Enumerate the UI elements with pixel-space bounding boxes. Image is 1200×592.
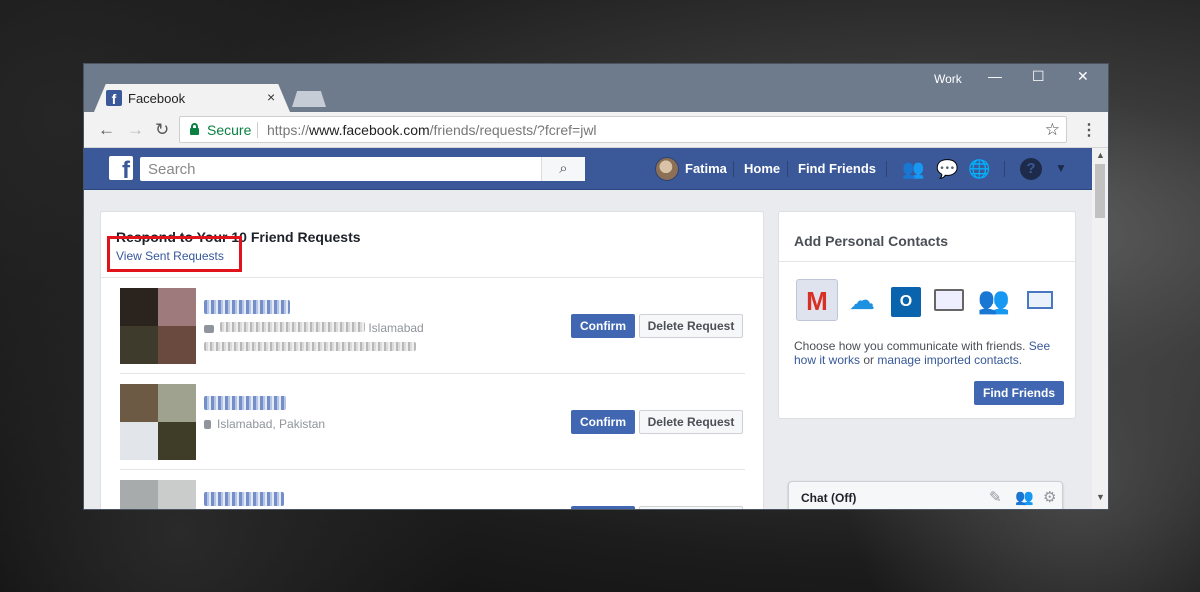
confirm-button[interactable]: Confirm xyxy=(571,314,635,338)
requester-name[interactable] xyxy=(204,300,290,314)
messenger-icon[interactable]: 💬 xyxy=(936,158,958,180)
friend-requests-panel: Respond to Your 10 Friend Requests View … xyxy=(100,211,764,509)
create-group-icon[interactable]: 👥 xyxy=(1015,488,1034,506)
secure-label: Secure xyxy=(207,122,252,138)
account-caret-icon[interactable]: ▼ xyxy=(1055,161,1067,175)
highlight-annotation xyxy=(107,236,242,272)
delete-request-button[interactable]: Delete Request xyxy=(639,314,743,338)
address-bar[interactable]: Secure https://www.facebook.com/friends/… xyxy=(179,116,1067,143)
home-link[interactable]: Home xyxy=(744,161,780,176)
nav-divider xyxy=(733,161,734,177)
new-tab-button[interactable] xyxy=(292,91,326,107)
url-text: https://www.facebook.com/friends/request… xyxy=(267,122,597,138)
requester-location: Islamabad xyxy=(204,321,424,335)
bookmark-star-icon[interactable]: ☆ xyxy=(1045,120,1060,140)
browser-window: f Facebook × Work — ☐ ✕ ← → ↻ Secure htt… xyxy=(84,64,1108,509)
find-friends-button[interactable]: Find Friends xyxy=(974,381,1064,405)
scroll-thumb[interactable] xyxy=(1095,164,1105,218)
browser-menu-icon[interactable]: ⋮ xyxy=(1081,120,1097,140)
request-row xyxy=(120,470,745,509)
lock-icon xyxy=(190,123,199,135)
profile-link[interactable]: Fatima xyxy=(685,161,727,176)
facebook-logo-icon[interactable]: f xyxy=(109,156,133,180)
location-icon xyxy=(204,420,211,430)
address-separator xyxy=(257,122,258,138)
vertical-scrollbar[interactable]: ▲ ▼ xyxy=(1092,148,1108,509)
nav-divider xyxy=(886,161,887,177)
find-friends-link[interactable]: Find Friends xyxy=(798,161,876,176)
icloud-icon[interactable]: ☁ xyxy=(844,282,880,318)
help-icon[interactable]: ? xyxy=(1020,158,1042,180)
scroll-up-icon[interactable]: ▲ xyxy=(1096,150,1105,160)
search-icon[interactable]: ⌕ xyxy=(541,157,585,181)
maximize-icon[interactable]: ☐ xyxy=(1032,68,1045,85)
notifications-globe-icon[interactable]: 🌐 xyxy=(968,158,990,180)
scroll-down-icon[interactable]: ▼ xyxy=(1096,492,1105,502)
gmail-icon[interactable]: M xyxy=(796,279,838,321)
request-row: Islamabad, Pakistan Confirm Delete Reque… xyxy=(120,374,745,470)
facebook-top-bar: f ⌕ Fatima Home Find Friends 👥 💬 🌐 ? ▼ xyxy=(84,148,1092,190)
search-input[interactable] xyxy=(140,157,585,181)
tab-close-icon[interactable]: × xyxy=(267,89,275,105)
requester-name[interactable] xyxy=(204,492,284,506)
forward-arrow-icon[interactable]: → xyxy=(127,120,144,140)
profile-label[interactable]: Work xyxy=(934,72,962,86)
nav-divider xyxy=(1004,161,1005,177)
browser-toolbar: ← → ↻ Secure https://www.facebook.com/fr… xyxy=(84,112,1108,148)
divider xyxy=(779,261,1075,262)
chat-label: Chat (Off) xyxy=(801,491,857,505)
back-arrow-icon[interactable]: ← xyxy=(98,120,115,140)
contacts-description: Choose how you communicate with friends.… xyxy=(794,339,1051,367)
mail-icon[interactable] xyxy=(1022,282,1058,318)
mutual-friends-text xyxy=(204,340,416,354)
title-bar: f Facebook × Work — ☐ ✕ xyxy=(84,64,1108,112)
requester-photo[interactable] xyxy=(120,480,196,509)
gear-icon[interactable]: ⚙ xyxy=(1043,488,1056,506)
requester-photo[interactable] xyxy=(120,384,196,460)
close-window-icon[interactable]: ✕ xyxy=(1077,68,1089,85)
compose-icon[interactable]: ✎ xyxy=(989,488,1002,506)
user-avatar[interactable] xyxy=(655,157,679,181)
nav-divider xyxy=(787,161,788,177)
manage-imported-contacts-link[interactable]: manage imported contacts xyxy=(877,353,1018,367)
requester-name[interactable] xyxy=(204,396,286,410)
contacts-card-icon[interactable] xyxy=(931,282,967,318)
chat-bar[interactable]: Chat (Off) ✎ 👥 ⚙ xyxy=(788,481,1063,509)
work-icon xyxy=(204,324,214,333)
outlook-icon[interactable]: O xyxy=(888,282,924,318)
windows-live-messenger-icon[interactable]: 👥 xyxy=(976,282,1012,318)
tab-facebook[interactable] xyxy=(94,84,290,112)
friend-requests-icon[interactable]: 👥 xyxy=(902,158,924,180)
contacts-heading: Add Personal Contacts xyxy=(794,233,949,249)
page-viewport: f ⌕ Fatima Home Find Friends 👥 💬 🌐 ? ▼ R… xyxy=(84,148,1092,509)
requester-location: Islamabad, Pakistan xyxy=(204,417,325,431)
requester-photo[interactable] xyxy=(120,288,196,364)
add-personal-contacts-panel: Add Personal Contacts M ☁ O 👥 Choose how… xyxy=(778,211,1076,419)
tab-title: Facebook xyxy=(128,91,186,106)
reload-icon[interactable]: ↻ xyxy=(155,120,169,140)
confirm-button[interactable] xyxy=(571,506,635,509)
request-row: Islamabad Confirm Delete Request xyxy=(120,278,745,374)
minimize-icon[interactable]: — xyxy=(988,68,1002,84)
confirm-button[interactable]: Confirm xyxy=(571,410,635,434)
facebook-favicon-icon: f xyxy=(106,90,122,107)
delete-request-button[interactable] xyxy=(639,506,743,509)
delete-request-button[interactable]: Delete Request xyxy=(639,410,743,434)
